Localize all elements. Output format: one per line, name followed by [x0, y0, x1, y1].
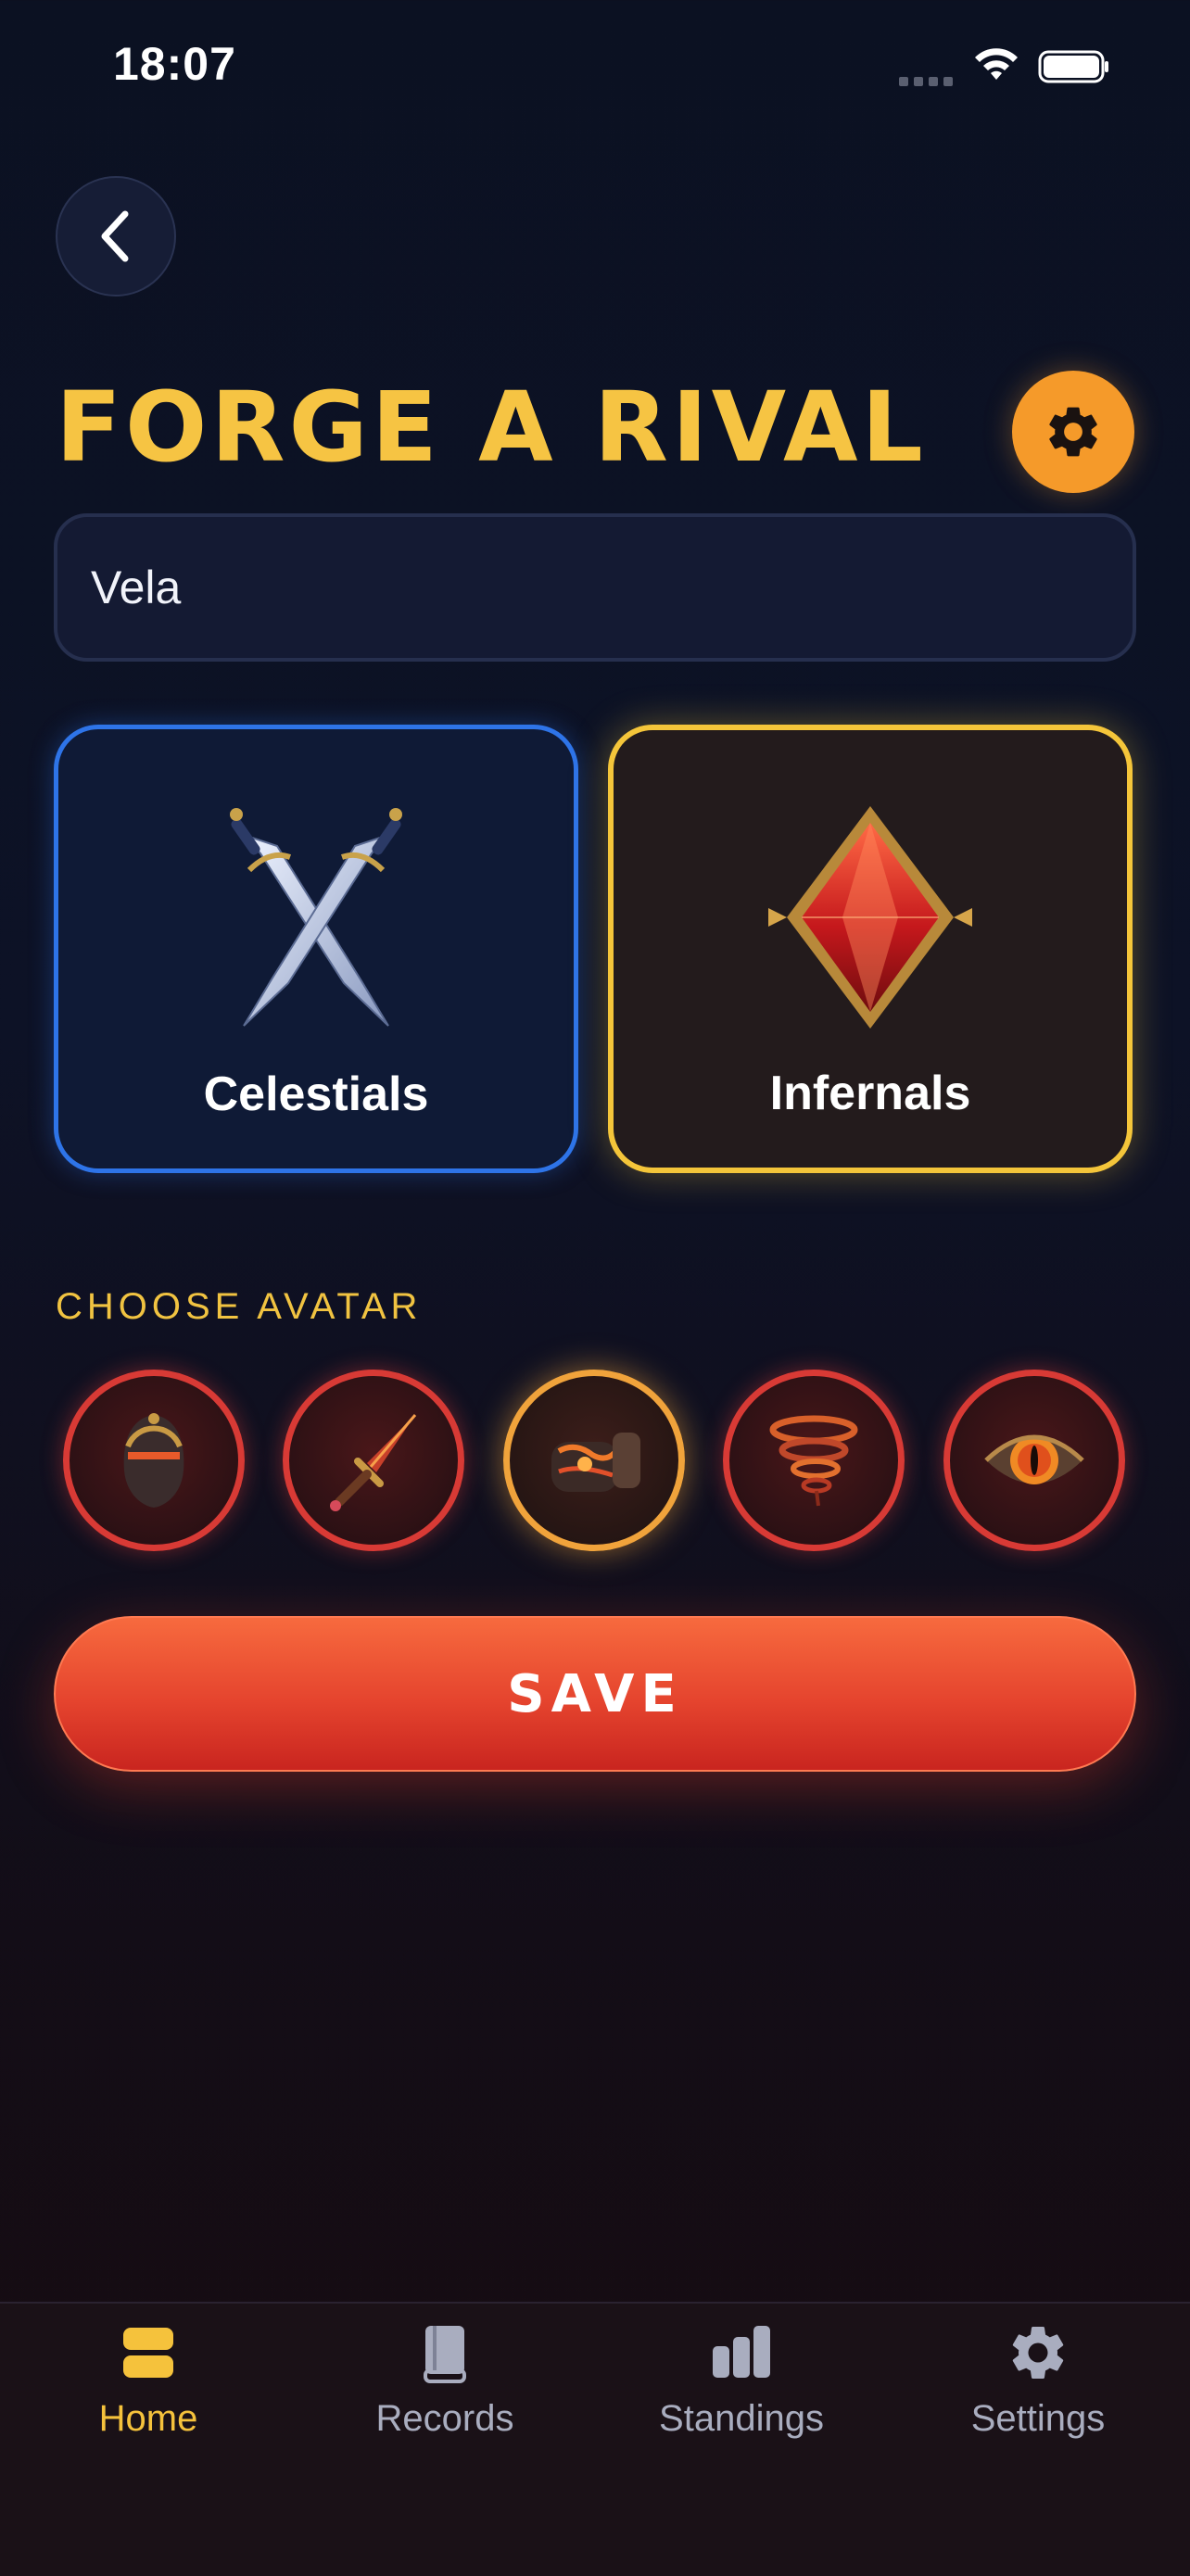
- avatar-option-helmet[interactable]: [63, 1370, 245, 1551]
- gear-icon: [1012, 2327, 1064, 2379]
- choose-avatar-label: CHOOSE AVATAR: [56, 1286, 423, 1327]
- flame-dagger-icon: [330, 1414, 417, 1511]
- tab-standings[interactable]: Standings: [593, 2320, 890, 2450]
- tab-label: Records: [375, 2398, 514, 2439]
- rival-name-input[interactable]: Vela: [54, 513, 1136, 662]
- bar-chart-icon: [713, 2326, 770, 2378]
- faction-card-infernals[interactable]: Infernals: [608, 725, 1133, 1173]
- cellular-signal-icon: [899, 74, 958, 91]
- faction-label: Infernals: [769, 1067, 971, 1120]
- fire-gem-icon: [768, 806, 972, 1029]
- avatar-option-dagger[interactable]: [283, 1370, 464, 1551]
- battery-icon: [1038, 50, 1108, 83]
- page-title: FORGE A RIVAL: [56, 371, 927, 484]
- tab-label: Settings: [970, 2398, 1106, 2439]
- fire-tornado-icon: [769, 1415, 858, 1507]
- book-icon: [424, 2326, 466, 2383]
- tab-home[interactable]: Home: [0, 2320, 297, 2450]
- save-button[interactable]: SAVE: [54, 1616, 1136, 1772]
- demon-eye-icon: [984, 1434, 1084, 1484]
- tab-label: Home: [98, 2398, 198, 2439]
- tab-label: Standings: [659, 2398, 824, 2439]
- tab-settings[interactable]: Settings: [890, 2320, 1186, 2450]
- masked-helmet-icon: [123, 1413, 184, 1508]
- avatar-option-tornado[interactable]: [723, 1370, 905, 1551]
- avatar-option-gauntlet[interactable]: [503, 1370, 685, 1551]
- back-button[interactable]: [56, 176, 176, 297]
- faction-label: Celestials: [203, 1067, 429, 1121]
- faction-card-celestials[interactable]: Celestials: [54, 725, 578, 1173]
- avatar-option-eye[interactable]: [943, 1370, 1125, 1551]
- gear-icon: [1049, 407, 1097, 457]
- status-time: 18:07: [113, 38, 236, 90]
- crossed-swords-icon: [230, 808, 402, 1027]
- home-icon: [123, 2328, 173, 2378]
- chevron-left-icon: [101, 210, 129, 262]
- lava-gauntlet-icon: [551, 1433, 640, 1492]
- wifi-icon: [975, 48, 1018, 80]
- tab-records[interactable]: Records: [297, 2320, 593, 2450]
- settings-button[interactable]: [1012, 371, 1134, 493]
